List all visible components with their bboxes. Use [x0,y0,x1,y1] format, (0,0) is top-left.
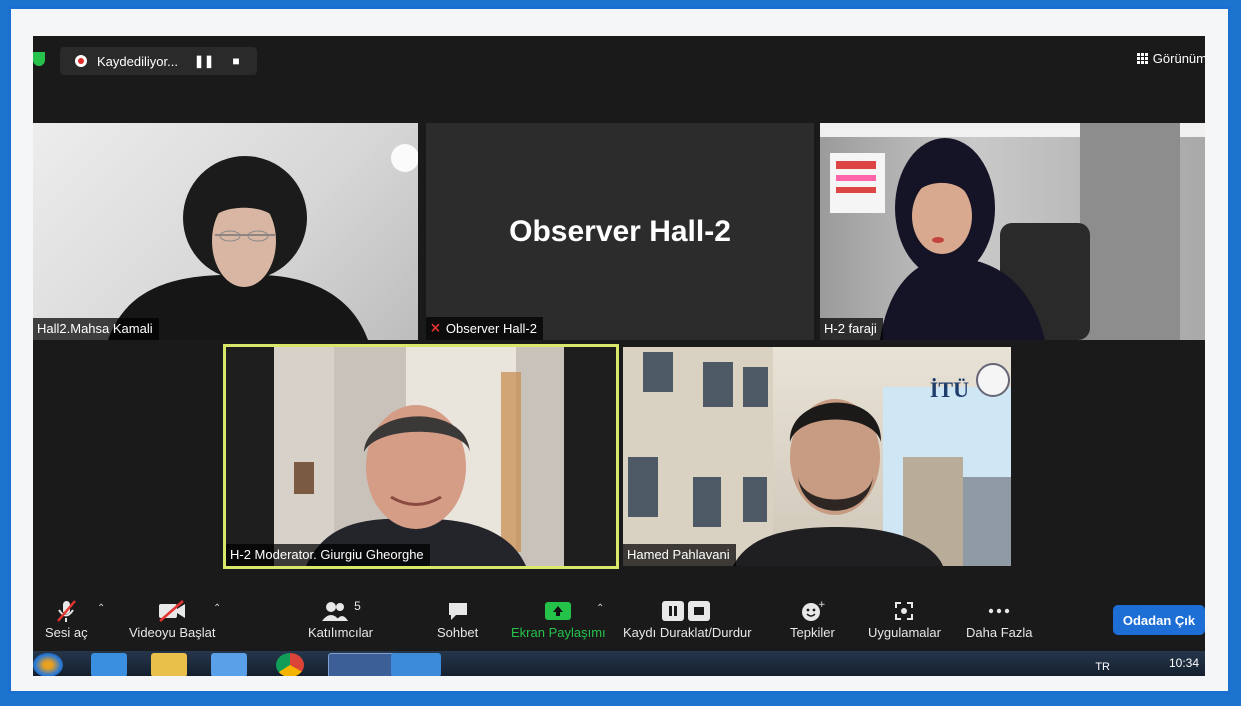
leave-room-button[interactable]: Odadan Çık [1113,605,1205,635]
more-label: Daha Fazla [966,625,1033,640]
participant-nameplate: H-2 Moderator. Giurgiu Gheorghe [226,544,430,566]
media-player-icon[interactable] [211,653,247,676]
security-shield-icon[interactable] [33,52,45,66]
participant-nameplate: ⨯ Observer Hall-2 [426,317,543,340]
reactions-label: Tepkiler [790,625,835,640]
video-tile-h2-faraji[interactable]: H-2 faraji [820,123,1205,340]
view-button[interactable]: Görünüm [1136,51,1205,66]
participant-video-faraji [820,123,1205,340]
share-screen-label: Ekran Paylaşımı [511,625,606,640]
participants-icon: 5 [320,597,361,625]
grid-view-icon [1136,53,1148,64]
pause-stop-recording-label: Kaydı Duraklat/Durdur [623,625,752,640]
start-video-button[interactable]: Videoyu Başlat [129,597,216,640]
chat-button[interactable]: Sohbet [437,597,478,640]
pause-stop-recording-button[interactable]: Kaydı Duraklat/Durdur [623,597,752,640]
file-explorer-icon[interactable] [151,653,187,676]
svg-text:+: + [818,600,825,610]
share-screen-button[interactable]: Ekran Paylaşımı [511,597,606,640]
unmute-button[interactable]: Sesi aç [45,597,88,640]
internet-explorer-icon[interactable] [91,653,127,676]
unmute-label: Sesi aç [45,625,88,640]
video-tile-hamed-pahlavani[interactable]: İTÜ Hamed Pahlavani [623,347,1011,566]
more-dots-icon [986,597,1012,625]
windows-taskbar: TR 10:34 [33,651,1205,676]
participant-video-mahsa [108,144,418,340]
chat-bubble-icon [446,597,470,625]
participant-name: Hamed Pahlavani [627,547,730,562]
apps-label: Uygulamalar [868,625,941,640]
itu-logo: İTÜ [929,377,969,402]
chat-label: Sohbet [437,625,479,640]
meeting-toolbar: Sesi aç ⌃ Videoyu Başlat ⌃ 5 Katılımcıla… [33,589,1205,651]
view-button-label: Görünüm [1152,51,1205,66]
recording-status: Kaydediliyor... [97,53,178,69]
zoom-meeting-window: Kaydediliyor... ❚❚ ■ Görünüm Hall2.Mahsa… [33,36,1205,676]
reactions-button[interactable]: + Tepkiler [790,597,835,640]
participant-name: Hall2.Mahsa Kamali [37,321,153,336]
input-language[interactable]: TR [1095,661,1110,673]
participant-name: H-2 Moderator. Giurgiu Gheorghe [230,547,424,562]
more-button[interactable]: Daha Fazla [966,597,1032,640]
video-off-camera-icon [157,597,187,625]
start-orb-icon[interactable] [33,653,63,676]
zoom-app-icon[interactable] [391,653,441,676]
share-screen-icon [544,597,572,625]
pause-stop-icon [661,597,713,625]
emoji-reaction-icon: + [799,597,825,625]
record-dot-icon [75,55,87,67]
video-tile-moderator-giurgiu-gheorghe[interactable]: H-2 Moderator. Giurgiu Gheorghe [223,344,619,569]
participants-count: 5 [354,599,361,613]
recording-indicator: Kaydediliyor... ❚❚ ■ [60,47,257,75]
pause-recording-button[interactable]: ❚❚ [191,48,217,74]
participant-display-name: Observer Hall-2 [509,215,731,248]
video-tile-observer-hall-2[interactable]: Observer Hall-2 ⨯ Observer Hall-2 [426,123,814,340]
share-options-chevron-up-icon[interactable]: ⌃ [596,603,604,614]
participant-nameplate: Hamed Pahlavani [623,544,736,566]
apps-button[interactable]: Uygulamalar [868,597,941,640]
start-video-label: Videoyu Başlat [129,625,216,640]
participant-video-moderator [274,347,564,566]
audio-options-chevron-up-icon[interactable]: ⌃ [97,603,105,614]
muted-microphone-icon [55,597,77,625]
participant-nameplate: H-2 faraji [820,318,883,340]
chrome-icon[interactable] [276,653,304,676]
word-icon[interactable] [328,653,400,676]
video-options-chevron-up-icon[interactable]: ⌃ [213,603,221,614]
apps-icon [892,597,916,625]
participants-label: Katılımcılar [308,625,374,640]
top-bar: Kaydediliyor... ❚❚ ■ Görünüm [33,36,1205,96]
stop-recording-button[interactable]: ■ [223,48,249,74]
system-clock[interactable]: 10:34 [1169,656,1199,670]
muted-mic-icon: ⨯ [430,320,441,335]
video-tile-mahsa-kamali[interactable]: Hall2.Mahsa Kamali [33,123,418,340]
participant-nameplate: Hall2.Mahsa Kamali [33,318,159,340]
participants-button[interactable]: 5 Katılımcılar [308,597,373,640]
participant-name: H-2 faraji [824,321,877,336]
participant-name: Observer Hall-2 [445,320,537,336]
